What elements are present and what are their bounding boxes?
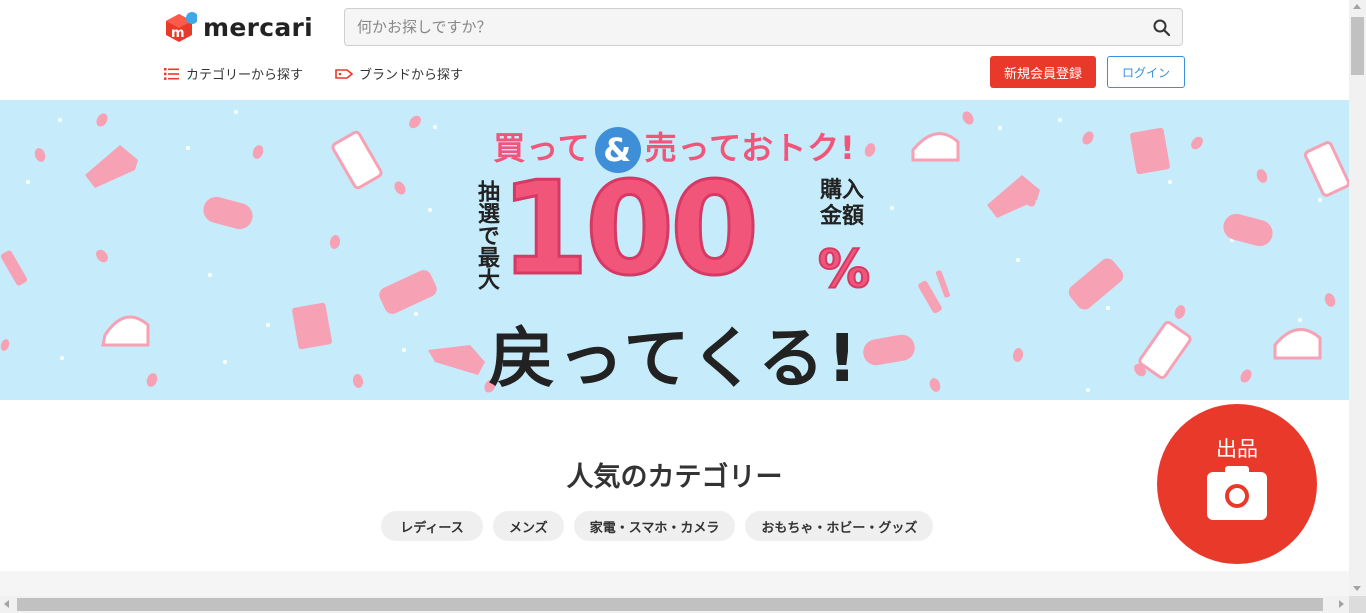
banner-big-number: 100 <box>498 155 760 304</box>
scroll-up-arrow-icon[interactable] <box>1353 4 1361 9</box>
banner-purchase-amount-text: 購入金額 <box>820 178 865 229</box>
scroll-right-arrow-icon[interactable] <box>1339 600 1344 608</box>
banner-lottery-text: 抽選で最大 <box>474 180 499 290</box>
tag-icon <box>335 68 353 79</box>
next-section-background <box>0 571 1349 596</box>
search-icon <box>1153 19 1171 37</box>
camera-icon <box>1207 466 1267 520</box>
category-chip-ladies[interactable]: レディース <box>381 511 483 541</box>
login-button[interactable]: ログイン <box>1107 56 1185 88</box>
popular-categories-title: 人気のカテゴリー <box>566 462 783 493</box>
logo-wordmark: mercari <box>203 12 314 42</box>
site-header: m mercari カテゴリーから探す ブラン <box>0 0 1349 101</box>
horizontal-scroll-thumb[interactable] <box>17 598 1323 611</box>
banner-percent: % <box>817 239 871 301</box>
scroll-left-arrow-icon[interactable] <box>4 600 9 608</box>
list-icon <box>164 67 179 80</box>
promo-banner[interactable]: 買って & 売っておトク! 抽選で最大 100 購入金額 % 戻ってくる! <box>0 100 1349 400</box>
nav-categories-link[interactable]: カテゴリーから探す <box>164 64 303 83</box>
svg-text:m: m <box>171 26 185 41</box>
search-input[interactable] <box>345 9 1149 45</box>
nav-categories-label: カテゴリーから探す <box>186 68 304 83</box>
mercari-logo-icon: m <box>165 11 198 43</box>
search-button[interactable] <box>1152 18 1172 38</box>
nav-brands-link[interactable]: ブランドから探す <box>335 64 463 83</box>
signup-button[interactable]: 新規会員登録 <box>990 56 1096 88</box>
sell-button-label: 出品 <box>1216 437 1258 461</box>
category-chip-electronics[interactable]: 家電・スマホ・カメラ <box>573 511 736 541</box>
vertical-scroll-thumb[interactable] <box>1351 17 1364 75</box>
category-chips: レディース メンズ 家電・スマホ・カメラ おもちゃ・ホビー・グッズ <box>381 511 934 541</box>
category-chip-toys[interactable]: おもちゃ・ホビー・グッズ <box>745 511 934 541</box>
scroll-down-arrow-icon[interactable] <box>1353 586 1361 591</box>
sell-button[interactable]: 出品 <box>1157 404 1317 564</box>
search-bar <box>344 8 1183 46</box>
scrollbar-corner <box>1349 596 1366 613</box>
mercari-logo[interactable]: m mercari <box>165 11 313 43</box>
nav-brands-label: ブランドから探す <box>359 68 464 83</box>
banner-return-text: 戻ってくる! <box>488 320 861 397</box>
vertical-scrollbar[interactable] <box>1349 0 1366 596</box>
category-chip-mens[interactable]: メンズ <box>493 511 564 541</box>
